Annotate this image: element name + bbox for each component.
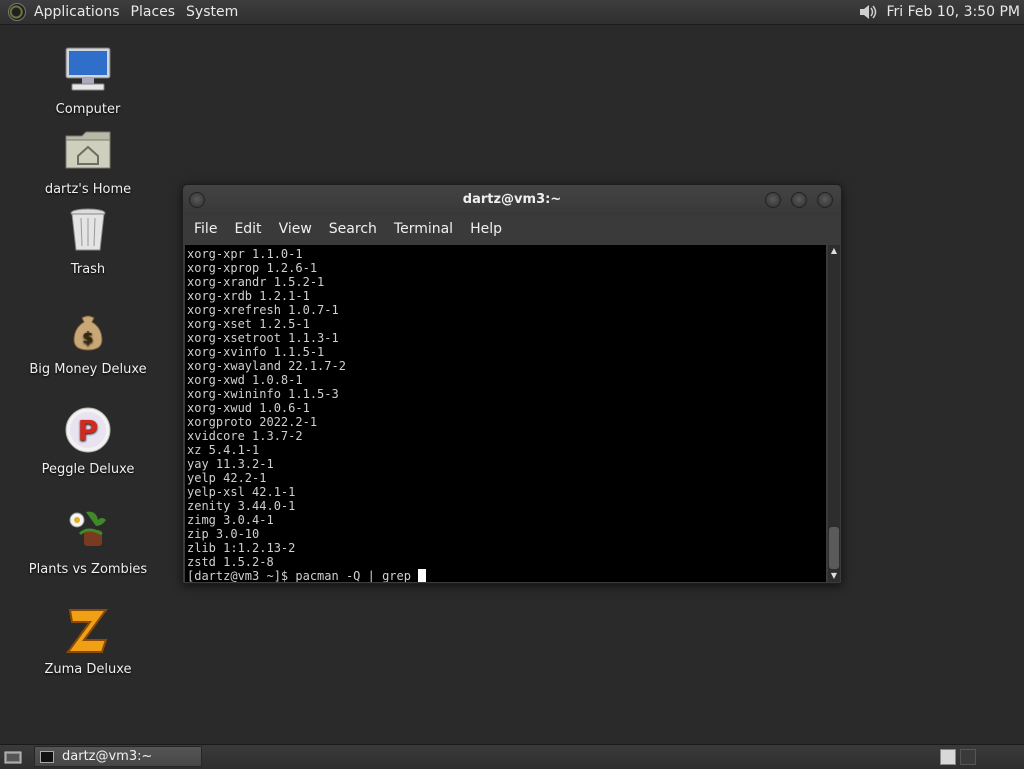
- close-button[interactable]: [817, 192, 833, 208]
- terminal-line: xorg-xwininfo 1.1.5-3: [187, 387, 339, 401]
- terminal-line: xorg-xwayland 22.1.7-2: [187, 359, 346, 373]
- terminal-menubar: File Edit View Search Terminal Help: [183, 215, 841, 243]
- window-title: dartz@vm3:~: [462, 192, 562, 207]
- terminal-line: xorg-xwd 1.0.8-1: [187, 373, 303, 387]
- peggle-icon: P: [65, 407, 111, 453]
- terminal-line: xorg-xprop 1.2.6-1: [187, 261, 318, 275]
- desktop-icon-label: Computer: [55, 102, 121, 117]
- desktop-icon-trash[interactable]: Trash: [23, 204, 153, 277]
- svg-text:P: P: [78, 414, 99, 447]
- terminal-line: xorg-xrdb 1.2.1-1: [187, 289, 310, 303]
- desktop: Applications Places System Fri Feb 10, 3…: [0, 0, 1024, 769]
- desktop-icon-peggle[interactable]: P Peggle Deluxe: [23, 404, 153, 477]
- volume-icon[interactable]: [857, 3, 879, 21]
- terminal-line: zimg 3.0.4-1: [187, 513, 274, 527]
- menu-view[interactable]: View: [270, 221, 320, 237]
- terminal-line: xorg-xrefresh 1.0.7-1: [187, 303, 339, 317]
- applications-menu[interactable]: Applications: [32, 4, 129, 20]
- taskbar-item-terminal[interactable]: dartz@vm3:~: [34, 746, 202, 767]
- top-panel: Applications Places System Fri Feb 10, 3…: [0, 0, 1024, 25]
- desktop-icon-label: Peggle Deluxe: [41, 462, 135, 477]
- terminal-line: zip 3.0-10: [187, 527, 260, 541]
- terminal-scrollbar[interactable]: ▲ ▼: [828, 245, 840, 582]
- window-titlebar[interactable]: dartz@vm3:~: [183, 185, 841, 215]
- terminal-line: yelp-xsl 42.1-1: [187, 485, 296, 499]
- desktop-icon-computer[interactable]: Computer: [23, 44, 153, 117]
- clock[interactable]: Fri Feb 10, 3:50 PM: [887, 4, 1021, 20]
- system-menu[interactable]: System: [184, 4, 247, 20]
- terminal-line: zlib 1:1.2.13-2: [187, 541, 296, 555]
- menu-help[interactable]: Help: [461, 221, 510, 237]
- scroll-up-arrow-icon[interactable]: ▲: [828, 245, 840, 257]
- desktop-icon-zuma[interactable]: Zuma Deluxe: [23, 604, 153, 677]
- menu-search[interactable]: Search: [320, 221, 385, 237]
- menu-edit[interactable]: Edit: [225, 221, 269, 237]
- desktop-icon-label: Plants vs Zombies: [28, 562, 148, 577]
- desktop-icon-label: Big Money Deluxe: [29, 362, 147, 377]
- home-folder-icon: [65, 131, 111, 169]
- workspace-2[interactable]: [960, 749, 976, 765]
- desktop-icon-plants-vs-zombies[interactable]: Plants vs Zombies: [23, 504, 153, 577]
- scroll-down-arrow-icon[interactable]: ▼: [828, 570, 840, 582]
- terminal-prompt: [dartz@vm3 ~]$ pacman -Q | grep: [187, 569, 419, 582]
- svg-text:$: $: [82, 328, 93, 347]
- terminal-line: xvidcore 1.3.7-2: [187, 429, 303, 443]
- terminal-line: xz 5.4.1-1: [187, 443, 260, 457]
- minimize-button[interactable]: [765, 192, 781, 208]
- desktop-icon-label: Zuma Deluxe: [44, 662, 132, 677]
- bottom-panel: dartz@vm3:~: [0, 744, 1024, 769]
- terminal-line: xorg-xrandr 1.5.2-1: [187, 275, 325, 289]
- terminal-line: zenity 3.44.0-1: [187, 499, 296, 513]
- terminal-line: xorg-xset 1.2.5-1: [187, 317, 310, 331]
- money-bag-icon: $: [73, 315, 103, 351]
- show-desktop-icon[interactable]: [4, 749, 22, 765]
- zuma-icon: [66, 609, 108, 653]
- terminal-line: xorg-xpr 1.1.0-1: [187, 247, 303, 261]
- menu-terminal[interactable]: Terminal: [385, 221, 461, 237]
- workspace-1[interactable]: [940, 749, 956, 765]
- terminal-line: xorg-xsetroot 1.1.3-1: [187, 331, 339, 345]
- desktop-icon-home[interactable]: dartz's Home: [23, 124, 153, 197]
- desktop-icon-label: Trash: [70, 262, 106, 277]
- terminal-line: xorg-xvinfo 1.1.5-1: [187, 345, 325, 359]
- desktop-icon-big-money[interactable]: $ Big Money Deluxe: [23, 304, 153, 377]
- terminal-line: xorg-xwud 1.0.6-1: [187, 401, 310, 415]
- desktop-icon-label: dartz's Home: [44, 182, 132, 197]
- places-menu[interactable]: Places: [129, 4, 185, 20]
- plants-vs-zombies-icon: [69, 511, 106, 546]
- maximize-button[interactable]: [791, 192, 807, 208]
- scrollbar-thumb[interactable]: [829, 527, 839, 569]
- terminal-icon: [40, 750, 54, 763]
- terminal-output[interactable]: xorg-xpr 1.1.0-1 xorg-xprop 1.2.6-1 xorg…: [185, 245, 826, 582]
- taskbar-item-label: dartz@vm3:~: [62, 749, 153, 764]
- text-cursor: [418, 569, 427, 582]
- window-menu-icon[interactable]: [189, 192, 205, 208]
- terminal-prompt-line[interactable]: [dartz@vm3 ~]$ pacman -Q | grep: [187, 569, 826, 582]
- terminal-line: yelp 42.2-1: [187, 471, 267, 485]
- terminal-line: yay 11.3.2-1: [187, 457, 274, 471]
- terminal-line: zstd 1.5.2-8: [187, 555, 274, 569]
- computer-icon: [65, 47, 111, 91]
- menu-file[interactable]: File: [185, 221, 225, 237]
- trash-icon: [70, 208, 106, 251]
- terminal-line: xorgproto 2022.2-1: [187, 415, 318, 429]
- terminal-window: dartz@vm3:~ File Edit View Search Termin…: [182, 184, 842, 584]
- main-menu-logo-icon[interactable]: [8, 3, 26, 21]
